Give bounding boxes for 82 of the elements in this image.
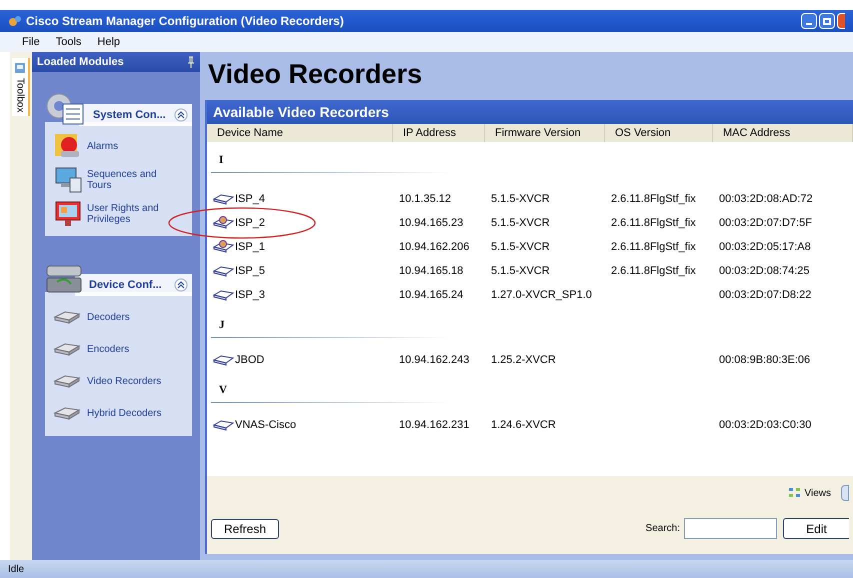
column-header[interactable]: MAC Address [713, 124, 853, 142]
minimize-button[interactable] [801, 13, 817, 29]
table-cell: 5.1.5-XVCR [491, 192, 550, 205]
refresh-button[interactable]: Refresh [211, 518, 279, 538]
group-letter: V [219, 382, 227, 398]
menu-item[interactable]: File [22, 34, 40, 50]
status-text: Idle [8, 562, 24, 576]
table-cell: 2.6.11.8FlgStf_fix [611, 216, 696, 229]
drive-icon [213, 264, 235, 278]
table-cell[interactable]: ISP_2 [235, 214, 265, 232]
table-cell: 00:03:2D:07:D8:22 [719, 288, 812, 301]
table-cell: 00:03:2D:08:AD:72 [719, 192, 813, 205]
group-letter: J [219, 318, 224, 332]
table-cell: 10.1.35.12 [399, 192, 451, 205]
search-field[interactable] [684, 518, 777, 539]
column-header[interactable]: Firmware Version [485, 124, 605, 142]
table-cell: 1.24.6-XVCR [491, 418, 556, 431]
table-cell: 1.25.2-XVCR [491, 354, 556, 366]
table-cell[interactable]: ISP_3 [235, 286, 265, 304]
table-cell: 00:08:9B:80:3E:06 [719, 354, 810, 366]
sidebar-item[interactable]: Hybrid Decoders [87, 408, 167, 418]
table-cell[interactable]: ISP_5 [235, 262, 265, 280]
table-cell: 1.27.0-XVCR_SP1.0 [491, 288, 592, 301]
sidebar-item[interactable]: Video Recorders [87, 376, 167, 386]
table-cell: 5.1.5-XVCR [491, 240, 550, 253]
toolbox-label: Toolbox [14, 78, 26, 112]
window-title: Cisco Stream Manager Configuration (Video Recorders) [26, 13, 344, 30]
table-cell: 00:03:2D:03:C0:30 [719, 418, 812, 431]
drive-person-icon [213, 240, 235, 254]
drive-icon [213, 353, 235, 367]
table-cell: 00:03:2D:08:74:25 [719, 264, 810, 277]
monitor-icon [53, 200, 83, 228]
maximize-button[interactable] [819, 13, 835, 29]
panel-header: Available Video Recorders [207, 100, 853, 124]
table-cell: 00:03:2D:05:17:A8 [719, 240, 811, 253]
table-cell[interactable]: VNAS-Cisco [235, 416, 296, 434]
table-cell: 2.6.11.8FlgStf_fix [611, 192, 696, 205]
table-cell: 00:03:2D:07:D7:5F [719, 216, 812, 229]
close-button[interactable] [837, 13, 845, 29]
table-cell[interactable]: ISP_4 [235, 190, 265, 208]
table-cell: 10.94.162.243 [399, 354, 470, 366]
table-cell: 2.6.11.8FlgStf_fix [611, 264, 696, 277]
column-header[interactable]: IP Address [393, 124, 485, 142]
table-cell[interactable]: ISP_1 [235, 238, 265, 256]
group-header[interactable]: System Con... [79, 104, 192, 126]
sidebar-item[interactable]: Sequences and Tours [87, 169, 167, 191]
panel-title: Loaded Modules [37, 54, 124, 70]
column-header[interactable]: Device Name [207, 124, 393, 142]
sidebar-item[interactable]: Alarms [87, 140, 167, 152]
drive-icon [213, 288, 235, 302]
table-cell: 10.94.162.206 [399, 240, 470, 253]
menu-item[interactable]: Help [97, 34, 120, 50]
toolbox-tab[interactable]: Toolbox [12, 58, 30, 116]
drive-icon [213, 192, 235, 206]
views-icon [788, 487, 800, 499]
page-title: Video Recorders [207, 58, 424, 91]
drive-icon [213, 418, 235, 432]
pin-icon[interactable] [187, 56, 195, 68]
sidebar-item[interactable]: Encoders [87, 344, 167, 354]
drive-person-icon [213, 216, 235, 230]
group-letter: I [219, 152, 224, 168]
sidebar-item[interactable]: Decoders [87, 312, 167, 322]
search-label: Search: [646, 522, 680, 536]
toolbox-icon [14, 62, 26, 74]
edit-button[interactable]: Edit [783, 518, 849, 539]
table-cell: 10.94.165.24 [399, 288, 464, 301]
menu-item[interactable]: Tools [56, 34, 82, 50]
table-cell[interactable]: JBOD [235, 352, 264, 368]
table-cell: 10.94.165.18 [399, 264, 464, 277]
views-label[interactable]: Views [804, 486, 831, 500]
table-cell: 10.94.165.23 [399, 216, 464, 229]
computer-icon [53, 166, 83, 194]
collapse-icon[interactable] [174, 278, 188, 292]
column-header[interactable]: OS Version [605, 124, 713, 142]
table-cell: 2.6.11.8FlgStf_fix [611, 240, 696, 253]
app-icon [8, 14, 22, 28]
table-cell: 5.1.5-XVCR [491, 216, 550, 229]
table-cell: 10.94.162.231 [399, 418, 470, 431]
sidebar-item[interactable]: User Rights and Privileges [87, 203, 167, 225]
group-header[interactable]: Device Conf... [75, 274, 192, 296]
collapse-icon[interactable] [174, 108, 188, 122]
table-cell: 5.1.5-XVCR [491, 264, 550, 277]
